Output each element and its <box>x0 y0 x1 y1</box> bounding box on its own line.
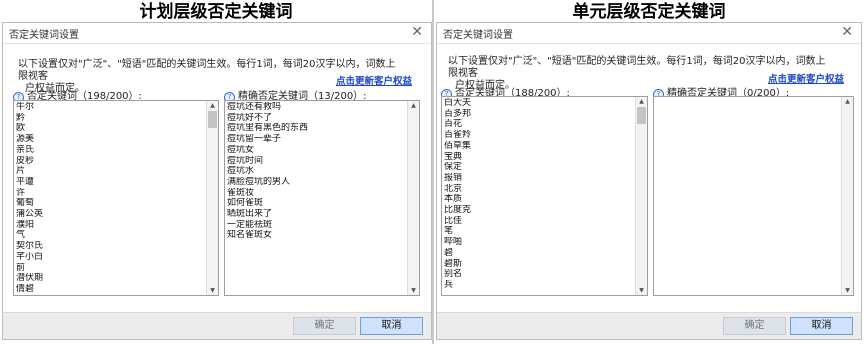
list-item: 气 <box>16 230 26 241</box>
list-item: 兵 <box>444 279 454 290</box>
list-item: 亲氏 <box>16 144 35 155</box>
list-item: 皮秒 <box>16 155 35 166</box>
list-item: 满脸痘坑的男人 <box>227 176 291 187</box>
list-item: 百多邦 <box>444 108 472 119</box>
dialog-title: 否定关键词设置 <box>443 30 513 41</box>
list-item: 蒲公英 <box>16 209 44 220</box>
list-item: 碧 <box>444 247 454 258</box>
upgrade-rights-link[interactable]: 点击更新客户权益 <box>768 71 844 85</box>
list-item: 雀斑妆 <box>227 187 255 198</box>
list-item: 芊小白 <box>16 251 44 262</box>
list-item: 本质 <box>444 194 463 205</box>
list-item: 痘坑好不了 <box>227 112 273 123</box>
negative-keywords-textarea[interactable]: 牛尔 黔 欧 源美 亲氏 皮秒 片 平遭 许 葡萄 蒲公英 濮阳 气 契尔氏 芊… <box>13 100 219 296</box>
scrollbar[interactable]: ▲ ▼ <box>635 97 647 295</box>
negative-keyword-list: 牛尔 黔 欧 源美 亲氏 皮秒 片 平遭 许 葡萄 蒲公英 濮阳 气 契尔氏 芊… <box>16 102 206 295</box>
list-item: 晒斑出来了 <box>227 209 273 220</box>
scrollbar[interactable]: ▲ ▼ <box>407 101 419 295</box>
dialog-titlebar: 否定关键词设置 ✕ <box>3 23 431 44</box>
confirm-button[interactable]: 确定 <box>723 317 786 335</box>
list-item: 欧 <box>16 123 26 134</box>
list-item: 白大夫 <box>444 98 472 108</box>
arrow-up-icon[interactable]: ▲ <box>842 97 853 106</box>
negative-keyword-list: 白大夫 百多邦 百花 百雀羚 佰草集 宝典 保定 报销 北京 本质 比度克 比佳… <box>444 98 635 291</box>
list-item: 知名雀斑女 <box>227 230 273 241</box>
exact-negative-keyword-list: 痘坑还有救吗 痘坑好不了 痘坑里有黑色的东西 痘坑留一辈子 痘坑女 痘坑时间 痘… <box>227 102 407 241</box>
list-item: 碧斯 <box>444 258 463 269</box>
plan-negative-keyword-dialog: 否定关键词设置 ✕ 以下设置仅对"广泛"、"短语"匹配的关键词生效。每行1词，每… <box>2 22 432 340</box>
list-item: 一定能祛斑 <box>227 219 273 230</box>
exact-negative-keywords-textarea[interactable]: 痘坑还有救吗 痘坑好不了 痘坑里有黑色的东西 痘坑留一辈子 痘坑女 痘坑时间 痘… <box>224 100 420 296</box>
arrow-up-icon[interactable]: ▲ <box>207 101 218 110</box>
close-icon[interactable]: ✕ <box>841 24 853 40</box>
arrow-down-icon[interactable]: ▼ <box>207 286 218 295</box>
scrollbar-thumb[interactable] <box>208 111 217 128</box>
list-item: 濮阳 <box>16 219 35 230</box>
list-item: 北京 <box>444 183 463 194</box>
list-item: 痘坑水 <box>227 166 255 177</box>
unit-level-heading: 单元层级否定关键词 <box>572 2 726 22</box>
list-item: 宝典 <box>444 151 463 162</box>
list-item: 比佳 <box>444 215 463 226</box>
close-icon[interactable]: ✕ <box>411 24 423 40</box>
dialog-title: 否定关键词设置 <box>9 30 79 41</box>
list-item: 前 <box>16 262 26 273</box>
list-item: 比度克 <box>444 205 472 216</box>
list-item: 痘坑女 <box>227 144 255 155</box>
list-item: 痘坑里有黑色的东西 <box>227 123 309 134</box>
list-item: 黔 <box>16 112 26 123</box>
upgrade-rights-link[interactable]: 点击更新客户权益 <box>336 73 412 87</box>
list-item: 痘坑留一辈子 <box>227 134 282 145</box>
scrollbar[interactable]: ▲ ▼ <box>206 101 218 295</box>
list-item: 保定 <box>444 162 463 173</box>
list-item: 契尔氏 <box>16 241 44 252</box>
arrow-down-icon[interactable]: ▼ <box>636 286 647 295</box>
list-item: 哔啪 <box>444 237 463 248</box>
cancel-button[interactable]: 取消 <box>790 317 853 335</box>
list-item: 潜伏期 <box>16 273 44 284</box>
cancel-button[interactable]: 取消 <box>360 317 423 335</box>
list-item: 佰草集 <box>444 140 472 151</box>
unit-negative-keyword-dialog: 否定关键词设置 ✕ 以下设置仅对"广泛"、"短语"匹配的关键词生效。每行1词，每… <box>436 22 862 340</box>
dialog-titlebar: 否定关键词设置 ✕ <box>437 23 861 44</box>
list-item: 报销 <box>444 172 463 183</box>
list-item: 源美 <box>16 134 35 145</box>
panel-separator <box>432 0 434 344</box>
list-item: 牛尔 <box>16 102 35 112</box>
list-item: 笔 <box>444 226 454 237</box>
arrow-up-icon[interactable]: ▲ <box>636 97 647 106</box>
list-item: 片 <box>16 166 26 177</box>
list-item: 倩碧 <box>16 283 35 294</box>
list-item: 许 <box>16 187 26 198</box>
dialog-footer: 确定 取消 <box>3 312 431 339</box>
list-item: 如何雀斑 <box>227 198 264 209</box>
list-item: 痘坑还有救吗 <box>227 102 282 112</box>
scrollbar-thumb[interactable] <box>637 107 646 124</box>
negative-keywords-textarea[interactable]: 白大夫 百多邦 百花 百雀羚 佰草集 宝典 保定 报销 北京 本质 比度克 比佳… <box>441 96 648 296</box>
arrow-down-icon[interactable]: ▼ <box>408 286 419 295</box>
confirm-button[interactable]: 确定 <box>293 317 356 335</box>
dialog-footer: 确定 取消 <box>437 312 861 339</box>
list-item: 百雀羚 <box>444 130 472 141</box>
list-item: 葡萄 <box>16 198 35 209</box>
exact-negative-keywords-textarea[interactable]: ▲ ▼ <box>653 96 854 296</box>
arrow-up-icon[interactable]: ▲ <box>408 101 419 110</box>
arrow-down-icon[interactable]: ▼ <box>842 286 853 295</box>
list-item: 别名 <box>444 269 463 280</box>
list-item: 痘坑时间 <box>227 155 264 166</box>
scrollbar[interactable]: ▲ ▼ <box>841 97 853 295</box>
plan-level-heading: 计划层级否定关键词 <box>139 2 293 22</box>
list-item: 百花 <box>444 119 463 130</box>
list-item: 平遭 <box>16 176 35 187</box>
